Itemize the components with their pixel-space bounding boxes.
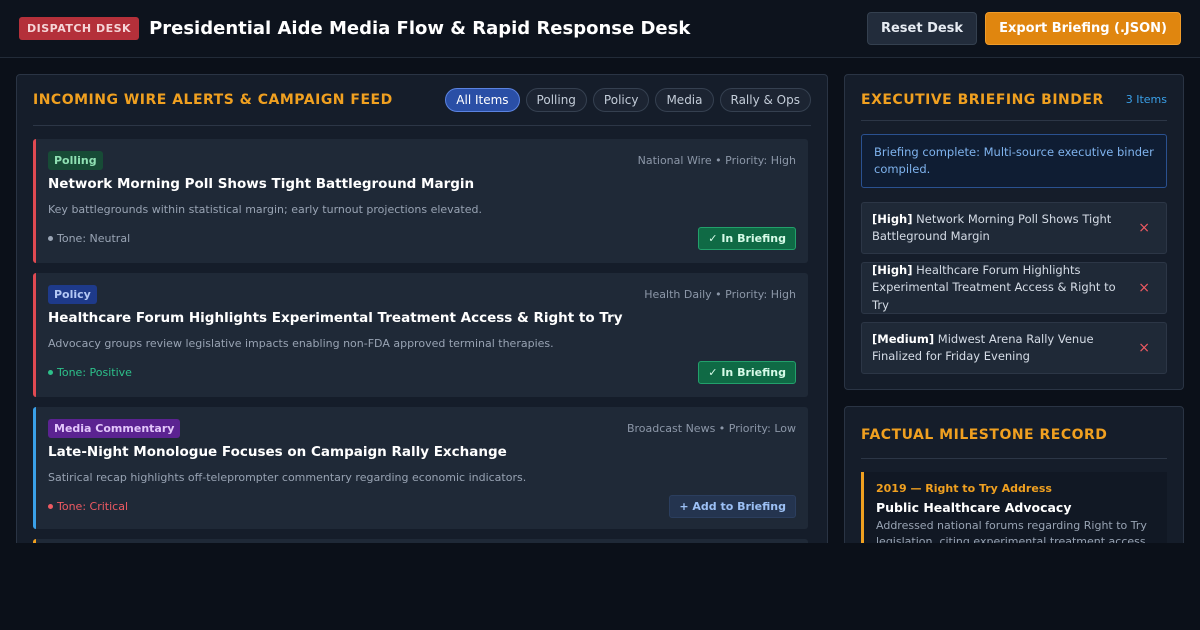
- card-title: Healthcare Forum Highlights Experimental…: [48, 310, 623, 326]
- tone-dot-icon: [48, 370, 53, 375]
- milestone-description: Addressed national forums regarding Righ…: [876, 519, 1147, 543]
- wire-feed-panel: INCOMING WIRE ALERTS & CAMPAIGN FEED All…: [16, 74, 828, 543]
- filter-rally-ops[interactable]: Rally & Ops: [719, 88, 811, 112]
- milestone-header: FACTUAL MILESTONE RECORD: [861, 407, 1167, 459]
- card-meta: Health Daily • Priority: High: [644, 287, 796, 301]
- top-bar: DISPATCH DESK Presidential Aide Media Fl…: [0, 0, 1200, 58]
- dispatch-desk-badge: DISPATCH DESK: [19, 17, 140, 40]
- feed-header: INCOMING WIRE ALERTS & CAMPAIGN FEED All…: [33, 75, 811, 126]
- export-briefing-button[interactable]: Export Briefing (.JSON): [985, 12, 1181, 45]
- feed-card: Polling National Wire • Priority: High N…: [33, 139, 808, 263]
- milestone-entry: 2019 — Right to Try Address Public Healt…: [861, 472, 1167, 543]
- binder-item-priority: [Medium]: [872, 331, 935, 346]
- milestone-heading: Public Healthcare Advocacy: [876, 500, 1072, 515]
- binder-item-priority: [High]: [872, 262, 913, 277]
- tone-label: Tone: Positive: [57, 365, 132, 379]
- card-meta: Broadcast News • Priority: Low: [626, 421, 796, 435]
- filter-pills: All Items Polling Policy Media Rally & O…: [445, 88, 811, 112]
- binder-item: [High] Network Morning Poll Shows Tight …: [861, 202, 1167, 254]
- binder-title: EXECUTIVE BRIEFING BINDER: [861, 91, 1104, 108]
- milestone-title: FACTUAL MILESTONE RECORD: [861, 426, 1108, 443]
- tone-indicator: Tone: Critical: [48, 500, 128, 513]
- tone-dot-icon: [48, 504, 53, 509]
- binder-item-count: 3 Items: [1125, 93, 1167, 106]
- binder-header: EXECUTIVE BRIEFING BINDER 3 Items: [861, 75, 1167, 121]
- milestone-record-panel: FACTUAL MILESTONE RECORD 2019 — Right to…: [844, 406, 1184, 543]
- tone-indicator: Tone: Neutral: [48, 232, 130, 245]
- in-briefing-button[interactable]: ✓ In Briefing: [698, 226, 796, 250]
- tone-dot-icon: [48, 236, 53, 241]
- category-tag: Policy: [48, 284, 97, 304]
- in-briefing-button[interactable]: ✓ In Briefing: [698, 360, 796, 384]
- remove-item-icon[interactable]: ×: [1138, 220, 1150, 236]
- reset-desk-button[interactable]: Reset Desk: [866, 12, 978, 45]
- main-content: INCOMING WIRE ALERTS & CAMPAIGN FEED All…: [0, 58, 1200, 543]
- filter-all-items[interactable]: All Items: [445, 88, 520, 112]
- card-meta: National Wire • Priority: High: [637, 153, 796, 167]
- tone-label: Tone: Neutral: [57, 231, 131, 245]
- card-title: Network Morning Poll Shows Tight Battleg…: [48, 176, 475, 192]
- card-description: Satirical recap highlights off-telepromp…: [48, 471, 527, 484]
- card-description: Advocacy groups review legislative impac…: [48, 337, 554, 350]
- card-title: Late-Night Monologue Focuses on Campaign…: [48, 444, 507, 460]
- binder-item: [High] Healthcare Forum Highlights Exper…: [861, 262, 1167, 314]
- remove-item-icon[interactable]: ×: [1138, 280, 1150, 296]
- feed-title: INCOMING WIRE ALERTS & CAMPAIGN FEED: [33, 92, 393, 108]
- filter-media[interactable]: Media: [655, 88, 714, 112]
- category-tag: Polling: [48, 150, 103, 170]
- briefing-binder-panel: EXECUTIVE BRIEFING BINDER 3 Items Briefi…: [844, 74, 1184, 390]
- briefing-status-notice: Briefing complete: Multi-source executiv…: [861, 134, 1167, 188]
- feed-card: Media Commentary Broadcast News • Priori…: [33, 407, 808, 529]
- filter-polling[interactable]: Polling: [525, 88, 587, 112]
- feed-card: [33, 539, 808, 543]
- feed-card: Policy Health Daily • Priority: High Hea…: [33, 273, 808, 397]
- category-tag: Media Commentary: [48, 418, 181, 438]
- filter-policy[interactable]: Policy: [592, 88, 650, 112]
- binder-item-priority: [High]: [872, 211, 913, 226]
- milestone-year: 2019 — Right to Try Address: [876, 482, 1052, 495]
- remove-item-icon[interactable]: ×: [1138, 340, 1150, 356]
- app-title: Presidential Aide Media Flow & Rapid Res…: [149, 18, 691, 39]
- binder-item: [Medium] Midwest Arena Rally Venue Final…: [861, 322, 1167, 374]
- card-description: Key battlegrounds within statistical mar…: [48, 203, 482, 216]
- tone-indicator: Tone: Positive: [48, 366, 132, 379]
- add-to-briefing-button[interactable]: + Add to Briefing: [669, 494, 796, 518]
- tone-label: Tone: Critical: [57, 499, 128, 513]
